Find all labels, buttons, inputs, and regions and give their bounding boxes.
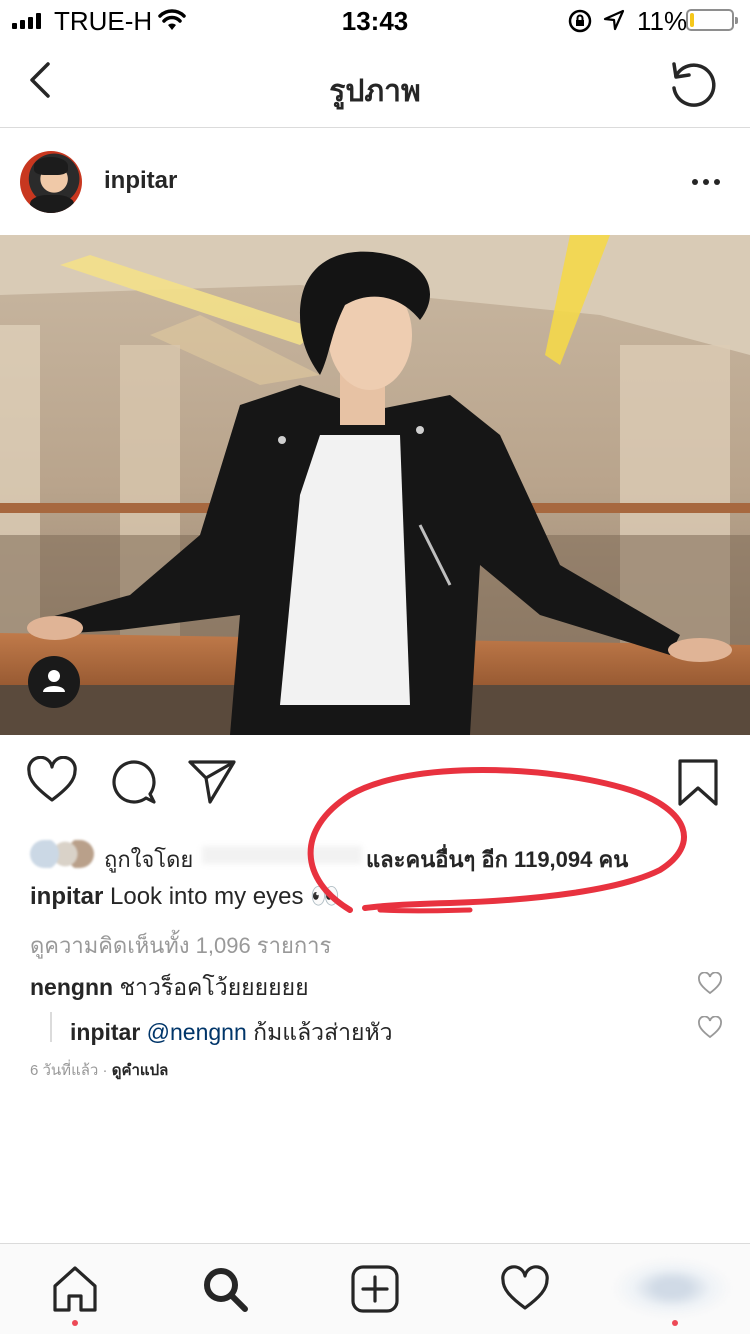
rotation-lock-icon [568,9,592,33]
post-meta: 6 วันที่แล้ว · ดูคำแปล [30,1058,168,1082]
reply-username[interactable]: inpitar [70,1019,140,1045]
heart-outline-icon[interactable] [26,756,78,806]
heart-icon[interactable] [500,1264,550,1314]
likes-summary[interactable]: ถูกใจโดย และคนอื่นๆ อีก 119,094 คน [30,838,730,872]
reply-row: inpitar @nengnn ก้มแล้วส่ายหัว [70,1015,393,1051]
refresh-icon[interactable] [664,56,720,112]
post-actions [0,748,750,820]
post-caption: inpitar Look into my eyes 👀 [30,882,340,911]
reply-like-heart-icon[interactable] [697,1016,723,1040]
comment-text: ชาวร็อคโว้ยยยยยย [119,974,309,1000]
liked-by-label: ถูกใจโดย [104,847,194,872]
bottom-tab-bar [0,1243,750,1334]
plus-square-icon[interactable] [350,1264,400,1314]
reply-text: ก้มแล้วส่ายหัว [253,1019,393,1045]
view-all-comments-link[interactable]: ดูความคิดเห็นทั้ง 1,096 รายการ [30,928,331,963]
home-icon[interactable] [50,1264,100,1314]
profile-notification-dot [672,1320,678,1326]
redacted-username [202,846,362,864]
profile-avatar-icon[interactable] [612,1258,732,1318]
post-header: inpitar [0,129,750,235]
location-arrow-icon [603,9,625,31]
likes-count[interactable]: และคนอื่นๆ อีก 119,094 คน [366,842,628,877]
battery-percent: 11% [637,6,688,36]
home-notification-dot [72,1320,78,1326]
comment-like-heart-icon[interactable] [697,972,723,996]
post-time-ago: 6 วันที่แล้ว [30,1062,99,1079]
comment-username[interactable]: nengnn [30,974,113,1000]
page-title: รูปภาพ [329,75,421,108]
liker-avatars [30,840,94,868]
search-icon[interactable] [200,1264,250,1314]
reply-mention[interactable]: @nengnn [147,1019,247,1045]
status-bar: TRUE-H 13:43 11% [0,0,750,40]
comment-row: nengnn ชาวร็อคโว้ยยยยยย [30,970,730,1004]
avatar[interactable] [20,151,82,213]
battery-icon [686,9,738,31]
post-username[interactable]: inpitar [104,167,177,195]
comment-bubble-icon[interactable] [108,756,158,806]
caption-text: Look into my eyes 👀 [110,883,340,910]
paper-plane-icon[interactable] [186,756,238,806]
navigation-bar: รูปภาพ [0,40,750,128]
post-photo[interactable] [0,235,750,735]
battery-level [690,13,694,27]
meta-separator: · [102,1062,108,1079]
caption-username[interactable]: inpitar [30,883,103,910]
ellipsis-icon[interactable] [686,169,726,195]
see-translation-link[interactable]: ดูคำแปล [112,1062,169,1079]
reply-thread-line [50,1012,52,1042]
tag-people-icon[interactable] [28,656,80,708]
bookmark-icon[interactable] [676,758,720,808]
